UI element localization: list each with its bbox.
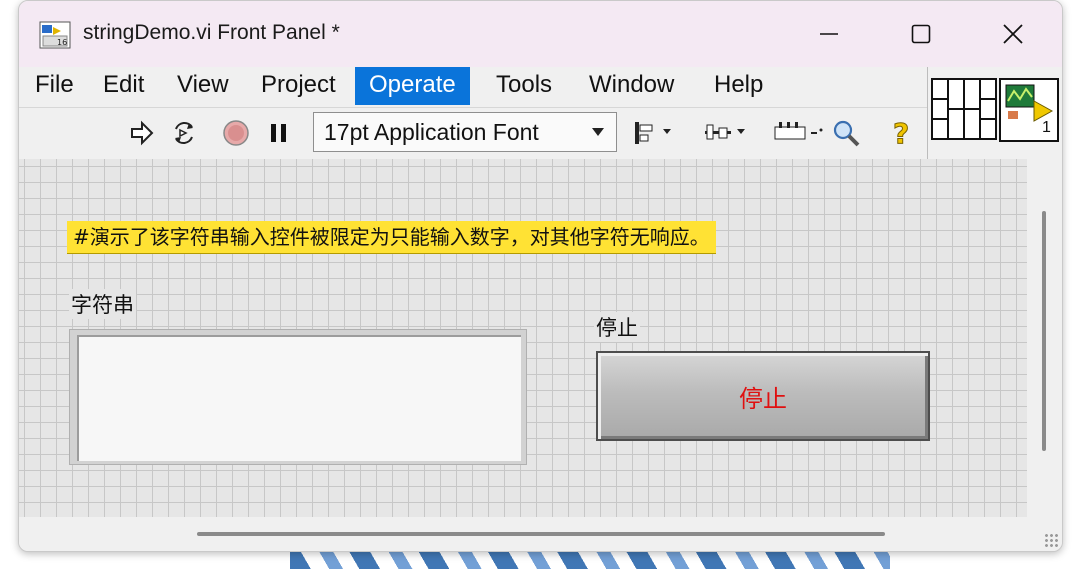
minimize-icon: [820, 33, 838, 35]
front-panel-window: 16 stringDemo.vi Front Panel * File Edit…: [18, 0, 1063, 552]
horizontal-scrollbar[interactable]: [19, 517, 1062, 551]
run-continuously-icon[interactable]: [169, 118, 199, 148]
vertical-scrollbar[interactable]: [1027, 159, 1062, 517]
minimize-button[interactable]: [799, 13, 859, 55]
font-select[interactable]: 17pt Application Font: [313, 112, 617, 152]
vertical-scroll-thumb[interactable]: [1042, 211, 1046, 451]
menu-view[interactable]: View: [163, 67, 243, 105]
window-title: stringDemo.vi Front Panel *: [83, 21, 340, 44]
distribute-objects-icon[interactable]: [703, 118, 751, 148]
menu-window[interactable]: Window: [575, 67, 688, 105]
free-label-note: #演示了该字符串输入控件被限定为只能输入数字，对其他字符无响应。: [67, 221, 716, 254]
pause-icon[interactable]: [264, 118, 294, 148]
resize-grip-icon[interactable]: [1044, 533, 1058, 547]
abort-execution-icon[interactable]: [221, 118, 251, 148]
search-icon[interactable]: [831, 118, 861, 148]
run-arrow-icon[interactable]: [127, 118, 157, 148]
string-control-label: 字符串: [69, 289, 136, 319]
resize-objects-icon[interactable]: [773, 118, 827, 148]
close-button[interactable]: [983, 13, 1043, 55]
chevron-down-icon: [592, 128, 604, 136]
horizontal-scroll-thumb[interactable]: [197, 532, 885, 536]
close-icon: [1003, 24, 1023, 44]
menu-tools[interactable]: Tools: [482, 67, 566, 105]
menu-edit[interactable]: Edit: [89, 67, 158, 105]
help-icon[interactable]: ?: [887, 118, 917, 148]
front-panel-canvas[interactable]: #演示了该字符串输入控件被限定为只能输入数字，对其他字符无响应。 字符串 停止 …: [19, 159, 1027, 517]
connector-pane-grid-icon: [931, 78, 1059, 142]
labview-vi-icon: 16: [39, 21, 71, 49]
string-input[interactable]: [77, 335, 521, 461]
menu-bar: File Edit View Project Operate Tools Win…: [19, 67, 927, 107]
stop-button-text: 停止: [739, 384, 787, 413]
font-select-value: 17pt Application Font: [324, 119, 539, 145]
svg-text:16: 16: [57, 38, 67, 47]
title-bar[interactable]: 16 stringDemo.vi Front Panel *: [19, 1, 1062, 67]
toolbar: 17pt Application Font ?: [19, 107, 927, 161]
align-objects-icon[interactable]: [633, 118, 677, 148]
connector-pane-number: 1: [1042, 119, 1051, 136]
string-control: [69, 329, 527, 465]
maximize-icon: [911, 24, 931, 44]
menu-help[interactable]: Help: [700, 67, 777, 105]
menu-project[interactable]: Project: [247, 67, 350, 105]
menu-operate[interactable]: Operate: [355, 67, 470, 105]
menu-file[interactable]: File: [21, 67, 88, 105]
stop-button[interactable]: 停止: [596, 351, 930, 441]
connector-pane[interactable]: 1: [927, 67, 1062, 159]
stop-button-label: 停止: [594, 312, 640, 342]
maximize-button[interactable]: [891, 13, 951, 55]
svg-text:?: ?: [893, 118, 909, 148]
